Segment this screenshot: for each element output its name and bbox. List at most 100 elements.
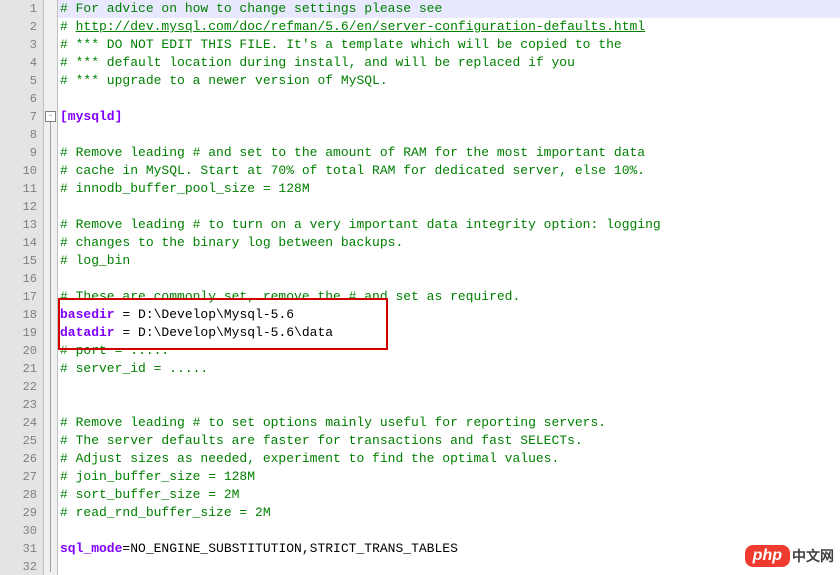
line-number: 14 bbox=[0, 234, 43, 252]
line-number: 2 bbox=[0, 18, 43, 36]
code-line[interactable] bbox=[58, 270, 840, 288]
code-line[interactable]: # *** DO NOT EDIT THIS FILE. It's a temp… bbox=[58, 36, 840, 54]
code-segment: # These are commonly set, remove the # a… bbox=[60, 289, 520, 304]
code-line[interactable] bbox=[58, 558, 840, 575]
line-number: 13 bbox=[0, 216, 43, 234]
code-segment: # cache in MySQL. Start at 70% of total … bbox=[60, 163, 645, 178]
code-area[interactable]: # For advice on how to change settings p… bbox=[58, 0, 840, 575]
code-segment: # sort_buffer_size = 2M bbox=[60, 487, 239, 502]
code-line[interactable]: # http://dev.mysql.com/doc/refman/5.6/en… bbox=[58, 18, 840, 36]
line-number: 32 bbox=[0, 558, 43, 575]
line-number: 20 bbox=[0, 342, 43, 360]
code-segment: # innodb_buffer_pool_size = 128M bbox=[60, 181, 310, 196]
code-line[interactable]: # *** default location during install, a… bbox=[58, 54, 840, 72]
code-segment: [mysqld] bbox=[60, 109, 122, 124]
line-number: 29 bbox=[0, 504, 43, 522]
code-segment: # log_bin bbox=[60, 253, 130, 268]
line-number: 15 bbox=[0, 252, 43, 270]
line-number: 17 bbox=[0, 288, 43, 306]
fold-toggle-icon[interactable]: - bbox=[45, 111, 56, 122]
code-line[interactable] bbox=[58, 198, 840, 216]
code-segment: # read_rnd_buffer_size = 2M bbox=[60, 505, 271, 520]
code-line[interactable] bbox=[58, 90, 840, 108]
code-line[interactable]: # The server defaults are faster for tra… bbox=[58, 432, 840, 450]
code-segment: # *** DO NOT EDIT THIS FILE. It's a temp… bbox=[60, 37, 622, 52]
code-line[interactable]: # port = ..... bbox=[58, 342, 840, 360]
code-line[interactable]: # innodb_buffer_pool_size = 128M bbox=[58, 180, 840, 198]
code-segment: =NO_ENGINE_SUBSTITUTION,STRICT_TRANS_TAB… bbox=[122, 541, 457, 556]
code-segment: # Remove leading # and set to the amount… bbox=[60, 145, 645, 160]
code-line[interactable]: datadir = D:\Develop\Mysql-5.6\data bbox=[58, 324, 840, 342]
code-segment: # server_id = ..... bbox=[60, 361, 208, 376]
code-line[interactable]: # join_buffer_size = 128M bbox=[58, 468, 840, 486]
line-number: 18 bbox=[0, 306, 43, 324]
code-line[interactable]: # sort_buffer_size = 2M bbox=[58, 486, 840, 504]
code-segment: # Remove leading # to set options mainly… bbox=[60, 415, 606, 430]
code-line[interactable]: # log_bin bbox=[58, 252, 840, 270]
code-segment: # port = ..... bbox=[60, 343, 169, 358]
line-number: 24 bbox=[0, 414, 43, 432]
line-number: 23 bbox=[0, 396, 43, 414]
code-segment: = D:\Develop\Mysql-5.6\data bbox=[122, 325, 333, 340]
line-number: 6 bbox=[0, 90, 43, 108]
code-segment: sql_mode bbox=[60, 541, 122, 556]
code-line[interactable]: # server_id = ..... bbox=[58, 360, 840, 378]
code-line[interactable]: # These are commonly set, remove the # a… bbox=[58, 288, 840, 306]
code-segment: # *** default location during install, a… bbox=[60, 55, 575, 70]
line-number: 22 bbox=[0, 378, 43, 396]
code-line[interactable]: # Adjust sizes as needed, experiment to … bbox=[58, 450, 840, 468]
code-line[interactable]: # *** upgrade to a newer version of MySQ… bbox=[58, 72, 840, 90]
line-number: 21 bbox=[0, 360, 43, 378]
code-segment: # For advice on how to change settings p… bbox=[60, 1, 442, 16]
code-line[interactable]: # read_rnd_buffer_size = 2M bbox=[58, 504, 840, 522]
line-number: 7 bbox=[0, 108, 43, 126]
code-line[interactable] bbox=[58, 126, 840, 144]
code-segment: # changes to the binary log between back… bbox=[60, 235, 403, 250]
line-number: 26 bbox=[0, 450, 43, 468]
line-number: 3 bbox=[0, 36, 43, 54]
line-number: 12 bbox=[0, 198, 43, 216]
code-line[interactable]: basedir = D:\Develop\Mysql-5.6 bbox=[58, 306, 840, 324]
fold-column: - bbox=[44, 0, 58, 575]
code-segment: = D:\Develop\Mysql-5.6 bbox=[122, 307, 294, 322]
line-number: 30 bbox=[0, 522, 43, 540]
code-segment: # join_buffer_size = 128M bbox=[60, 469, 255, 484]
code-segment: http://dev.mysql.com/doc/refman/5.6/en/s… bbox=[76, 19, 646, 34]
code-segment: # The server defaults are faster for tra… bbox=[60, 433, 583, 448]
code-line[interactable]: # Remove leading # and set to the amount… bbox=[58, 144, 840, 162]
line-number: 8 bbox=[0, 126, 43, 144]
watermark: php 中文网 bbox=[745, 545, 834, 567]
code-segment: # Adjust sizes as needed, experiment to … bbox=[60, 451, 559, 466]
line-number: 19 bbox=[0, 324, 43, 342]
watermark-text: 中文网 bbox=[792, 546, 834, 566]
line-number: 28 bbox=[0, 486, 43, 504]
code-line[interactable]: # Remove leading # to turn on a very imp… bbox=[58, 216, 840, 234]
line-number: 1 bbox=[0, 0, 43, 18]
code-line[interactable] bbox=[58, 378, 840, 396]
code-editor: 1234567891011121314151617181920212223242… bbox=[0, 0, 840, 575]
code-line[interactable]: # For advice on how to change settings p… bbox=[58, 0, 840, 18]
watermark-badge: php bbox=[745, 545, 790, 567]
line-number: 27 bbox=[0, 468, 43, 486]
line-number: 9 bbox=[0, 144, 43, 162]
code-segment: datadir bbox=[60, 325, 122, 340]
line-number: 11 bbox=[0, 180, 43, 198]
code-segment: # *** upgrade to a newer version of MySQ… bbox=[60, 73, 388, 88]
code-line[interactable] bbox=[58, 396, 840, 414]
code-line[interactable]: # cache in MySQL. Start at 70% of total … bbox=[58, 162, 840, 180]
code-segment: # bbox=[60, 19, 76, 34]
fold-guide-line bbox=[50, 122, 51, 572]
line-number: 10 bbox=[0, 162, 43, 180]
code-line[interactable]: sql_mode=NO_ENGINE_SUBSTITUTION,STRICT_T… bbox=[58, 540, 840, 558]
line-number: 5 bbox=[0, 72, 43, 90]
code-line[interactable]: [mysqld] bbox=[58, 108, 840, 126]
line-number: 4 bbox=[0, 54, 43, 72]
line-number: 16 bbox=[0, 270, 43, 288]
code-line[interactable] bbox=[58, 522, 840, 540]
code-line[interactable]: # changes to the binary log between back… bbox=[58, 234, 840, 252]
line-number: 31 bbox=[0, 540, 43, 558]
line-number: 25 bbox=[0, 432, 43, 450]
line-number-gutter: 1234567891011121314151617181920212223242… bbox=[0, 0, 44, 575]
code-segment: # Remove leading # to turn on a very imp… bbox=[60, 217, 661, 232]
code-line[interactable]: # Remove leading # to set options mainly… bbox=[58, 414, 840, 432]
